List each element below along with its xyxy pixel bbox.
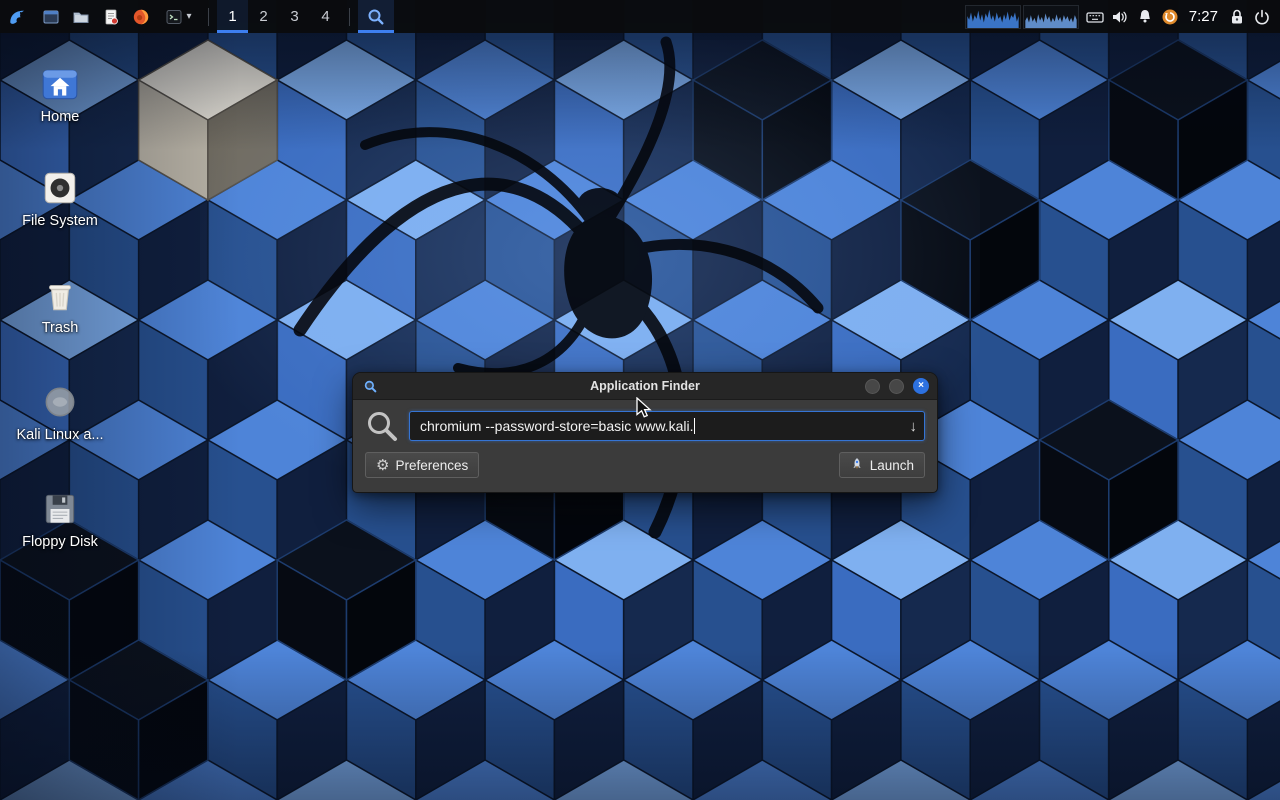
trash-icon [8,273,112,317]
launcher-terminal[interactable]: ▾ [156,0,200,33]
file-system-icon [8,166,112,210]
floppy-disk-icon [8,487,112,531]
desktop-icon-file-system[interactable]: File System [8,166,112,229]
chevron-down-icon: ▾ [186,12,191,22]
folder-icon [71,7,91,27]
magnifier-icon [366,7,386,27]
home-icon [8,62,112,106]
workspace-2[interactable]: 2 [248,0,279,33]
close-button[interactable]: × [913,378,929,394]
lock-screen-icon[interactable] [1224,0,1249,33]
workspace-4[interactable]: 4 [310,0,341,33]
cpu-graph [965,5,1021,29]
entry-dropdown-icon[interactable]: ↓ [910,412,918,440]
panel-separator [208,8,209,26]
desktop-icon-label: Home [8,109,112,125]
network-graph [1023,5,1079,29]
window-titlebar[interactable]: Application Finder × [353,373,937,400]
panel-separator [349,8,350,26]
preferences-label: Preferences [395,458,468,473]
kali-link-icon [8,380,112,424]
maximize-button[interactable] [889,379,904,394]
desktop-icon-label: File System [8,213,112,229]
search-icon [365,409,399,443]
application-finder-window: Application Finder × chromium --passw [352,372,938,493]
launch-button[interactable]: Launch [839,452,925,478]
desktop-icon-label: Trash [8,320,112,336]
taskbar-application-finder[interactable] [358,0,394,33]
window-icon [41,7,61,27]
clock[interactable]: 7:27 [1183,0,1224,33]
workspace-1[interactable]: 1 [217,0,248,33]
window-title: Application Finder [353,379,937,393]
launch-icon [850,457,864,474]
launcher-text-editor[interactable] [96,0,126,33]
desktop-icon-home[interactable]: Home [8,62,112,125]
launcher-file-manager[interactable] [66,0,96,33]
workspace-3[interactable]: 3 [279,0,310,33]
workspace-switcher: 1 2 3 4 [217,0,341,33]
app-finder-window-icon [361,379,379,394]
volume-icon[interactable] [1108,0,1133,33]
gear-icon: ⚙ [376,458,389,473]
terminal-icon [164,7,184,27]
launch-label: Launch [870,458,914,473]
desktop-icon-label: Floppy Disk [8,534,112,550]
kali-logo-icon [7,6,29,28]
applications-menu-button[interactable] [0,0,36,33]
command-input[interactable]: chromium --password-store=basic www.kali… [409,411,925,441]
launcher-window-manager[interactable] [36,0,66,33]
desktop-icon-kali-docs[interactable]: Kali Linux a... [8,380,112,443]
launcher-firefox[interactable] [126,0,156,33]
document-icon [101,7,121,27]
desktop-icon-floppy-disk[interactable]: Floppy Disk [8,487,112,550]
updates-available-icon[interactable] [1158,0,1183,33]
system-monitor-graph[interactable] [961,0,1083,33]
power-icon[interactable] [1249,0,1274,33]
top-panel: ▾ 1 2 3 4 [0,0,1280,33]
firefox-icon [131,7,151,27]
desktop-icon-trash[interactable]: Trash [8,273,112,336]
window-controls: × [865,378,929,394]
minimize-button[interactable] [865,379,880,394]
text-caret [694,418,695,434]
mouse-cursor [636,397,656,421]
notification-bell-icon[interactable] [1133,0,1158,33]
preferences-button[interactable]: ⚙ Preferences [365,452,479,478]
desktop-icon-label: Kali Linux a... [8,427,112,443]
close-icon: × [918,381,924,391]
desktop-root: ▾ 1 2 3 4 [0,0,1280,800]
keyboard-layout-icon[interactable] [1083,0,1108,33]
